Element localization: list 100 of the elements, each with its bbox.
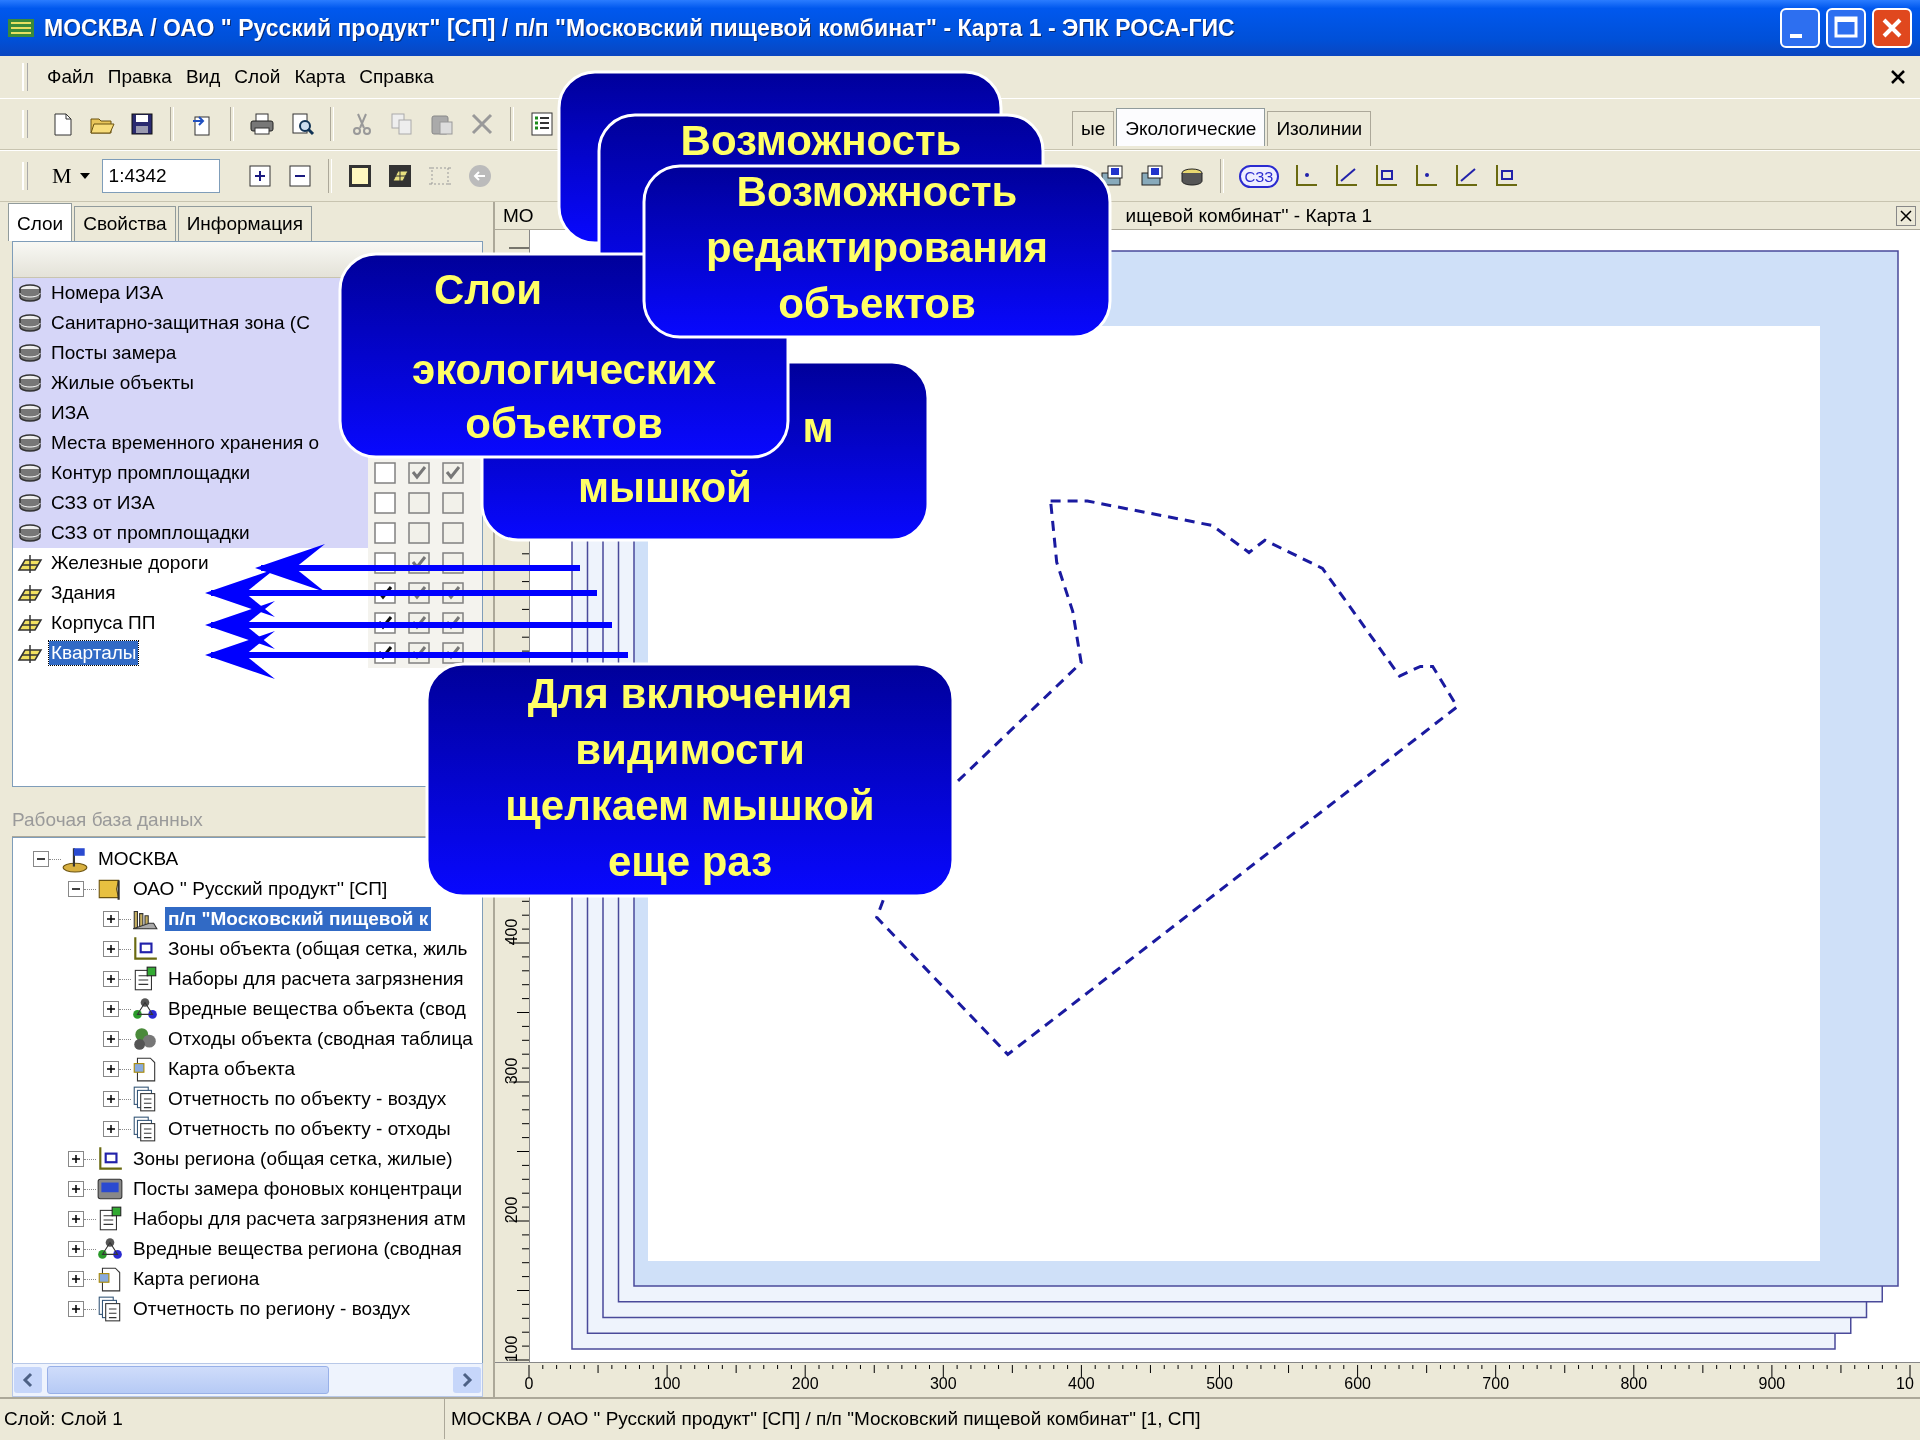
boundary-line[interactable] [874, 499, 1460, 1057]
zoom-in-icon[interactable] [246, 163, 273, 189]
layer-name[interactable]: Контур промплощадки [49, 460, 253, 485]
layer-icon[interactable] [386, 163, 413, 189]
tree-item[interactable]: ОАО '' Русский продукт'' [СП] [130, 877, 391, 902]
tree-item[interactable]: Отходы объекта (сводная таблица [165, 1027, 476, 1052]
checkbox[interactable] [374, 461, 396, 484]
tree-item[interactable]: Отчетность по объекту - отходы [165, 1117, 454, 1142]
close-button[interactable] [1872, 8, 1912, 48]
expand-icon[interactable] [103, 1031, 119, 1048]
scroll-right-icon[interactable] [452, 1366, 482, 1395]
toolbar-grip[interactable] [22, 162, 28, 190]
callout-text: объектов [465, 399, 663, 449]
zone-badge[interactable]: СЗЗ [1238, 164, 1280, 188]
close-icon[interactable] [1890, 69, 1906, 85]
expand-icon[interactable] [68, 1241, 84, 1258]
scroll-left-icon[interactable] [13, 1366, 43, 1395]
axis-square-icon[interactable] [1373, 163, 1400, 189]
list-icon[interactable] [529, 111, 555, 137]
layer-name[interactable]: ИЗА [49, 400, 91, 425]
layer-name[interactable]: Кварталы [49, 640, 139, 665]
checkbox[interactable] [442, 491, 464, 514]
expand-icon[interactable] [103, 911, 119, 928]
expand-icon[interactable] [68, 1211, 84, 1228]
tree-item[interactable]: Посты замера фоновых концентраци [130, 1177, 466, 1202]
expand-icon[interactable] [68, 1181, 84, 1198]
expand-icon[interactable] [103, 1001, 119, 1018]
tree-item[interactable]: Отчетность по региону - воздух [130, 1297, 414, 1322]
layer-name[interactable]: Санитарно-защитная зона (С [49, 310, 312, 335]
menu-item[interactable]: Слой [227, 64, 288, 90]
checkbox[interactable] [408, 521, 430, 544]
menu-item[interactable]: Справка [352, 64, 441, 90]
caret-icon[interactable] [79, 173, 90, 179]
tree-item[interactable]: Зоны региона (общая сетка, жилые) [130, 1147, 456, 1172]
expand-icon[interactable] [68, 1151, 84, 1168]
save-icon[interactable] [129, 111, 155, 137]
layer-name[interactable]: Посты замера [49, 340, 179, 365]
axis-point-icon[interactable] [1413, 163, 1440, 189]
layer-name[interactable]: Корпуса ПП [49, 610, 158, 635]
checkbox[interactable] [374, 521, 396, 544]
print-icon[interactable] [249, 111, 275, 137]
expand-icon[interactable] [103, 1091, 119, 1108]
maximize-button[interactable] [1826, 8, 1866, 48]
horizontal-scrollbar[interactable] [12, 1363, 483, 1397]
axis-line-icon[interactable] [1333, 163, 1360, 189]
layer-group-tab[interactable]: ые [1072, 111, 1115, 146]
panel-tab[interactable]: Слои [8, 202, 73, 241]
axis-point-icon[interactable] [1293, 163, 1320, 189]
zoom-out-icon[interactable] [286, 163, 313, 189]
menu-item[interactable]: Вид [178, 64, 228, 90]
tree-item[interactable]: Зоны объекта (общая сетка, жиль [165, 937, 471, 962]
scrollbar-thumb[interactable] [47, 1366, 329, 1395]
layer-group-tab[interactable]: Изолинии [1267, 111, 1372, 146]
expand-icon[interactable] [68, 1271, 84, 1288]
tree-item[interactable]: п/п "Московский пищевой к [165, 907, 432, 932]
menu-item[interactable]: Карта [287, 64, 353, 90]
menu-item[interactable]: Правка [100, 64, 179, 90]
panel-tab[interactable]: Свойства [74, 205, 176, 241]
collapse-icon[interactable] [68, 881, 84, 898]
scale-field[interactable]: 1:4342 [101, 159, 220, 193]
minimize-button[interactable] [1780, 8, 1820, 48]
axis-line-icon[interactable] [1453, 163, 1480, 189]
checkbox[interactable] [442, 461, 464, 484]
toolbar-grip[interactable] [22, 110, 28, 138]
tree-item[interactable]: Вредные вещества региона (сводная [130, 1237, 465, 1262]
toolbar-grip[interactable] [22, 63, 28, 91]
checkbox[interactable] [408, 491, 430, 514]
expand-icon[interactable] [68, 1301, 84, 1318]
menu-item[interactable]: Файл [40, 64, 101, 90]
square-icon[interactable] [346, 163, 373, 189]
tree-item[interactable]: Наборы для расчета загрязнения атм [130, 1207, 469, 1232]
print-preview-icon[interactable] [289, 111, 315, 137]
callout-text: щелкаем мышкой [505, 781, 875, 831]
checkbox[interactable] [442, 521, 464, 544]
close-icon[interactable] [1896, 205, 1916, 226]
layer-name[interactable]: Места временного хранения о [49, 430, 322, 455]
expand-icon[interactable] [103, 971, 119, 988]
tree-item[interactable]: Наборы для расчета загрязнения [165, 967, 467, 992]
checkbox[interactable] [408, 461, 430, 484]
layer-name[interactable]: Номера ИЗА [49, 280, 166, 305]
expand-icon[interactable] [103, 941, 119, 958]
expand-icon[interactable] [103, 1121, 119, 1138]
layer-name[interactable]: Железные дороги [49, 550, 211, 575]
window-icon[interactable] [1138, 163, 1165, 189]
tree-item[interactable]: МОСКВА [95, 847, 182, 872]
tree-item[interactable]: Карта региона [130, 1267, 263, 1292]
layer-group-tab[interactable]: Экологические [1116, 108, 1266, 146]
layer-name[interactable]: СЗЗ от ИЗА [49, 490, 157, 515]
panel-tab[interactable]: Информация [177, 205, 312, 241]
layer-name[interactable]: Здания [49, 580, 118, 605]
tree-item[interactable]: Отчетность по объекту - воздух [165, 1087, 450, 1112]
layer-name[interactable]: Жилые объекты [49, 370, 196, 395]
tree-item[interactable]: Вредные вещества объекта (свод [165, 997, 469, 1022]
axis-square-icon[interactable] [1493, 163, 1520, 189]
layer-name[interactable]: СЗЗ от промплощадки [49, 520, 252, 545]
tree-item[interactable]: Карта объекта [165, 1057, 298, 1082]
ruler-label: 200 [503, 1196, 522, 1224]
checkbox[interactable] [374, 491, 396, 514]
expand-icon[interactable] [103, 1061, 119, 1078]
collapse-icon[interactable] [33, 851, 49, 868]
